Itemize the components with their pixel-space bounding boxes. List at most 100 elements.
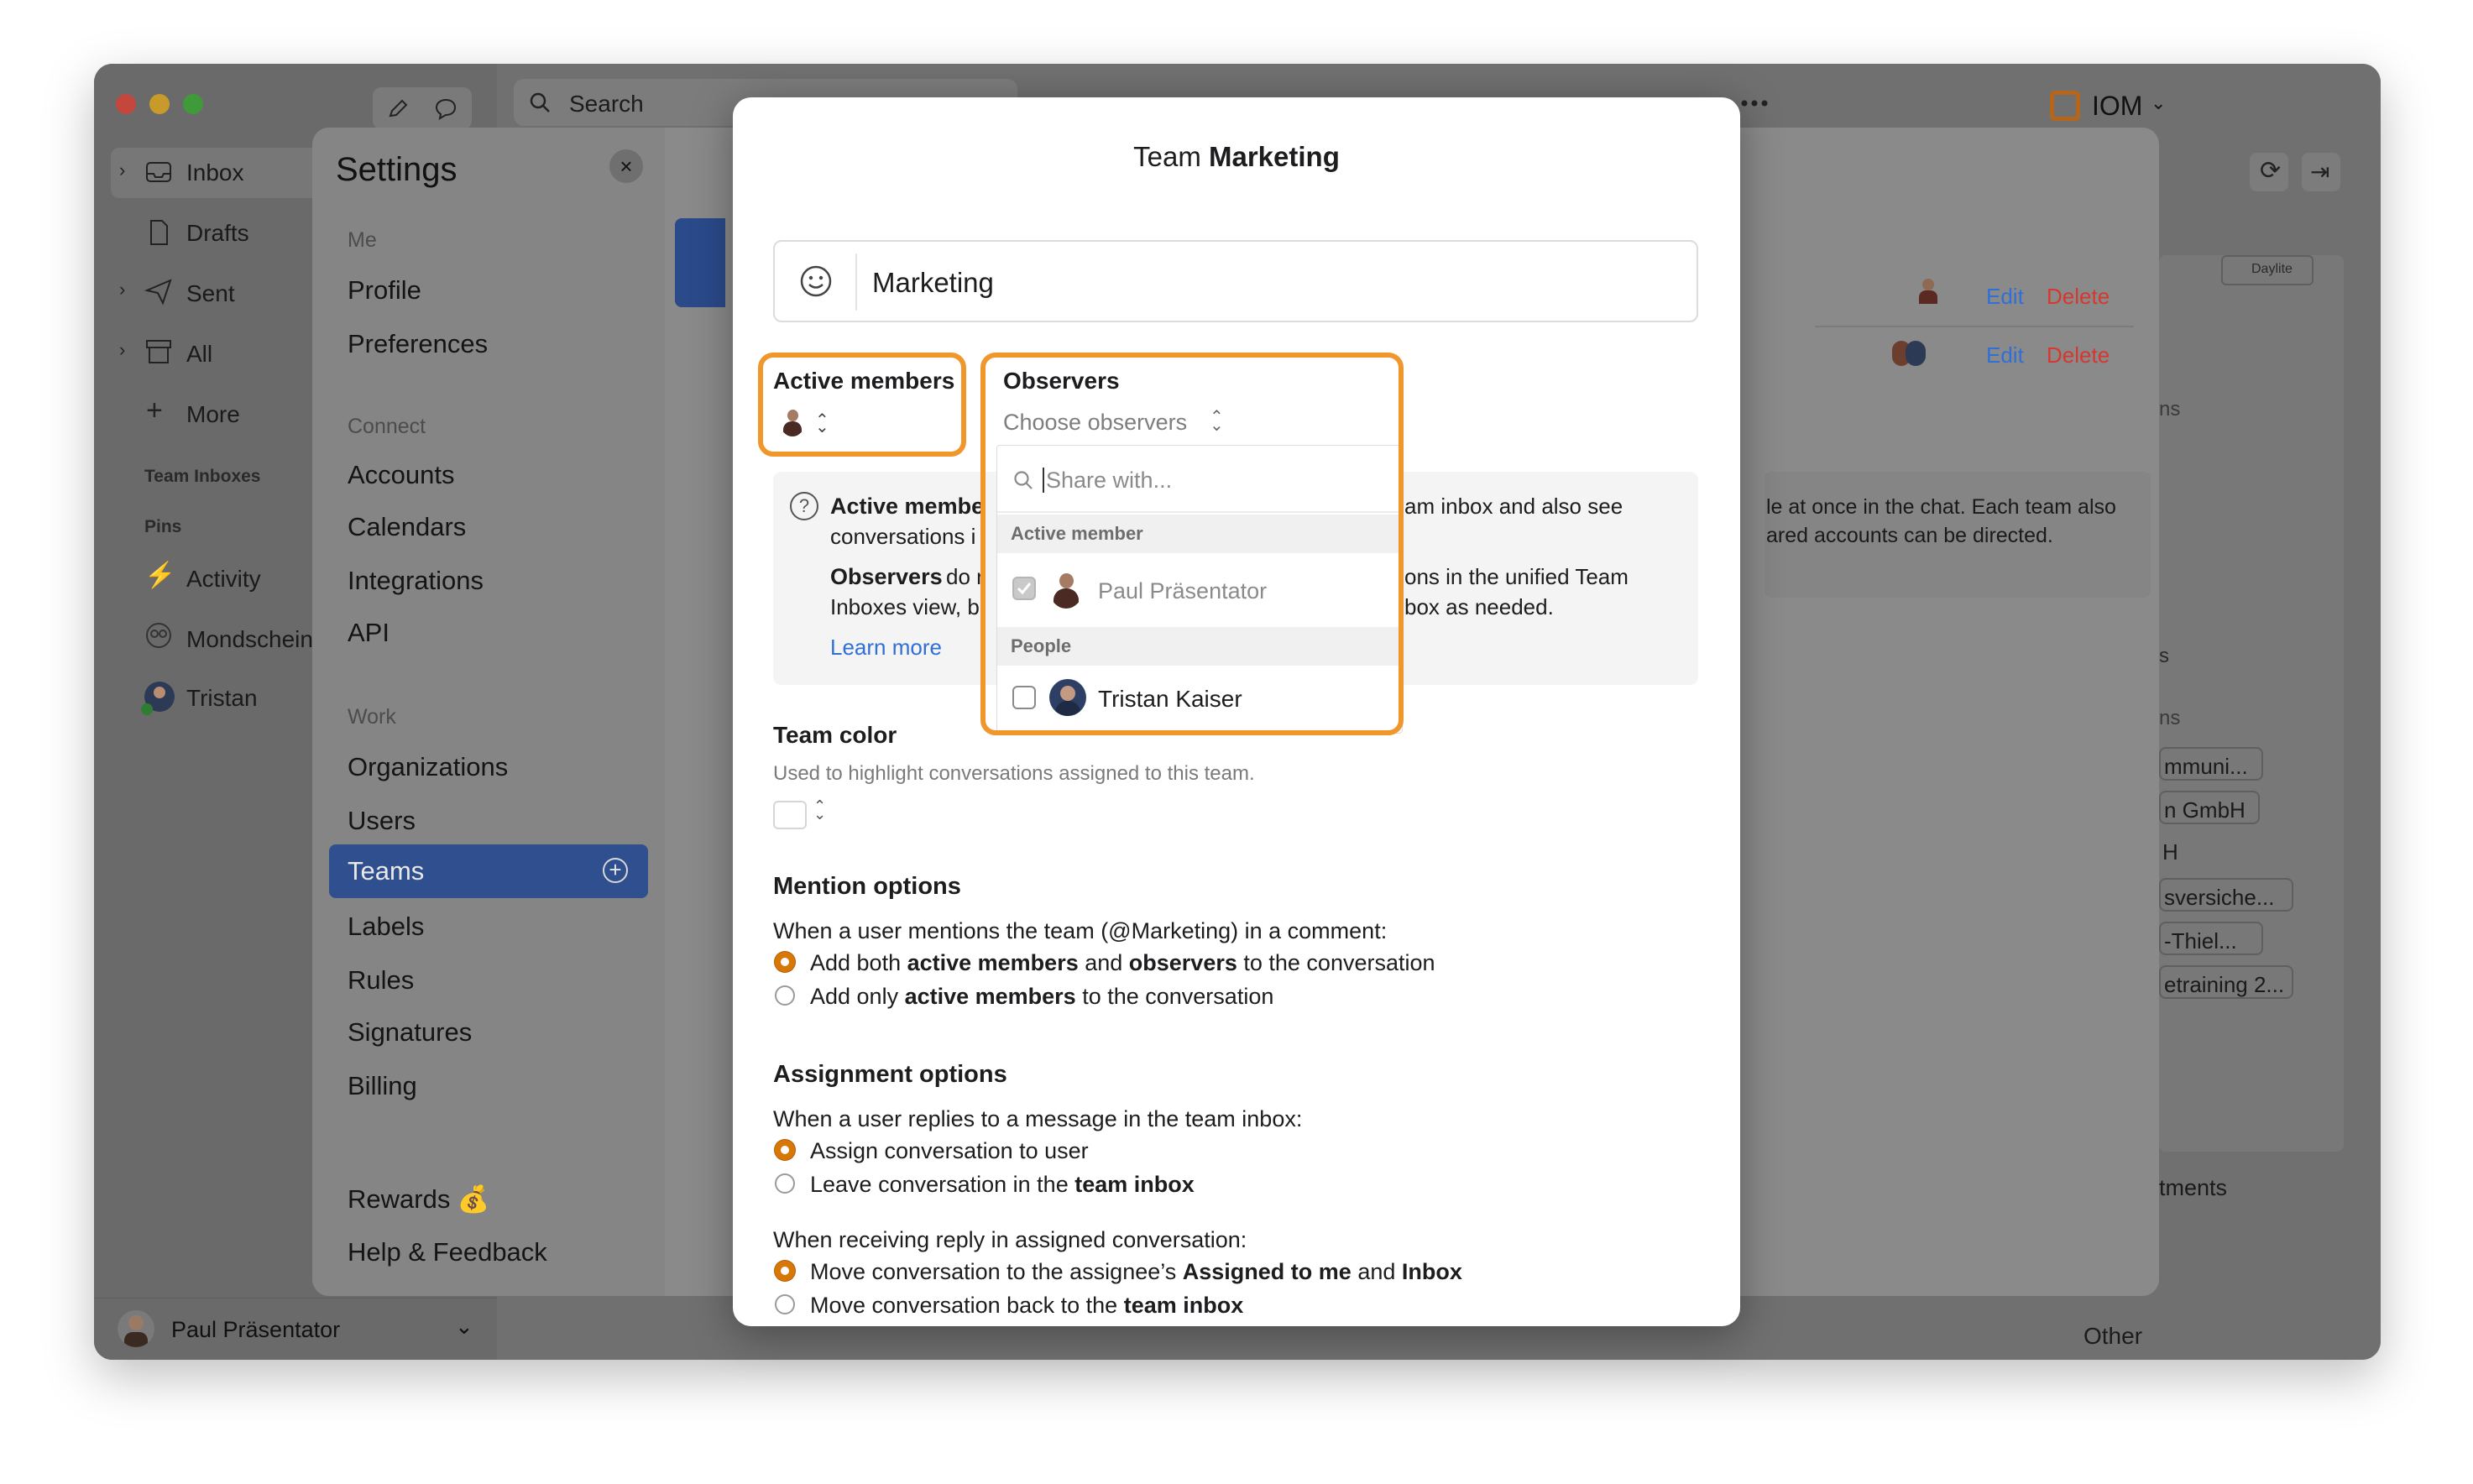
right-strip: ⟳ ⇥ Daylite ns s ns mmuni... n GmbH H sv… <box>2159 128 2381 1296</box>
more-icon[interactable] <box>1739 91 1770 116</box>
compose-toolbar <box>373 87 472 129</box>
mention-opt1-bold2: observers <box>1128 950 1237 975</box>
mention-opt1-post: to the conversation <box>1236 950 1435 975</box>
tag[interactable]: sversiche... <box>2159 878 2293 912</box>
move-to-assignee-radio[interactable] <box>775 1261 795 1281</box>
tag-label: n GmbH <box>2164 797 2246 823</box>
edit-link[interactable]: Edit <box>1986 342 2024 368</box>
close-icon[interactable]: × <box>609 149 643 183</box>
b2-bold: team inbox <box>1123 1293 1244 1318</box>
add-team-icon[interactable]: + <box>603 858 628 883</box>
nav-group-work: Work <box>348 705 396 729</box>
nav-item-teams-selected[interactable]: Teams + <box>329 844 648 898</box>
team-list-item-selected[interactable] <box>675 218 725 307</box>
sidebar-item-more[interactable]: More <box>186 401 240 428</box>
assign-to-user-radio[interactable] <box>775 1140 795 1160</box>
chevron-right-icon[interactable]: › <box>119 279 125 300</box>
settings-title: Settings <box>336 151 457 188</box>
partial-text: tments <box>2159 1175 2228 1200</box>
nav-item-api[interactable]: API <box>348 618 390 648</box>
chat-icon[interactable] <box>433 97 458 121</box>
zoom-window-button[interactable] <box>183 94 203 114</box>
leave-in-team-inbox-label: Leave conversation in the team inbox <box>810 1172 1195 1198</box>
info-active-bold: Active membe <box>830 494 985 519</box>
tag-label: etraining 2... <box>2164 972 2285 997</box>
chevron-right-icon[interactable]: › <box>119 339 125 361</box>
info-observers-rest: do r <box>946 564 984 589</box>
mention-options-title: Mention options <box>773 873 961 900</box>
nav-item-help-feedback[interactable]: Help & Feedback <box>348 1237 547 1267</box>
sidebar-item-inbox[interactable]: Inbox <box>186 159 244 186</box>
user-switcher[interactable]: Paul Präsentator ⌄ <box>94 1298 497 1360</box>
mention-option-active-radio[interactable] <box>775 985 795 1006</box>
close-window-button[interactable] <box>116 94 136 114</box>
tag-label: -Thiel... <box>2164 928 2237 954</box>
mention-option-active-label: Add only active members to the conversat… <box>810 984 1273 1010</box>
nav-item-billing[interactable]: Billing <box>348 1071 417 1101</box>
field-divider <box>855 253 857 311</box>
nav-item-rules[interactable]: Rules <box>348 965 414 995</box>
search-placeholder: Search <box>569 91 644 117</box>
team-icon <box>146 623 171 648</box>
dialog-title-name: Marketing <box>1209 141 1340 172</box>
nav-item-organizations[interactable]: Organizations <box>348 752 508 782</box>
daylite-tag[interactable]: Daylite <box>2221 255 2314 285</box>
tag[interactable]: H <box>2159 834 2193 868</box>
tag[interactable]: etraining 2... <box>2159 965 2293 999</box>
a2-text: Leave conversation in the <box>810 1172 1075 1197</box>
emoji-icon[interactable] <box>798 264 834 299</box>
nav-item-signatures[interactable]: Signatures <box>348 1017 472 1048</box>
mention-option-both-radio[interactable] <box>775 952 795 972</box>
chevron-right-icon[interactable]: › <box>119 159 125 181</box>
info-text-partial: le at once in the chat. Each team also <box>1766 495 2116 519</box>
org-switcher[interactable]: IOM ⌄ <box>2050 84 2218 126</box>
org-name: IOM <box>2092 91 2143 121</box>
minimize-window-button[interactable] <box>149 94 170 114</box>
leave-in-team-inbox-radio[interactable] <box>775 1173 795 1194</box>
compose-icon[interactable] <box>386 97 410 121</box>
delete-link[interactable]: Delete <box>2047 342 2110 368</box>
sidebar-item-sent[interactable]: Sent <box>186 280 235 307</box>
logout-icon[interactable]: ⇥ <box>2302 153 2340 191</box>
b1-bold2: Inbox <box>1401 1259 1462 1284</box>
nav-item-calendars[interactable]: Calendars <box>348 512 466 542</box>
info-active-rest: am inbox and also see <box>1404 494 1623 519</box>
sidebar-item-all[interactable]: All <box>186 341 212 368</box>
refresh-icon[interactable]: ⟳ <box>2250 153 2288 191</box>
pin-activity[interactable]: Activity <box>186 566 261 593</box>
edit-link[interactable]: Edit <box>1986 284 2024 310</box>
nav-item-rewards[interactable]: Rewards 💰 <box>348 1184 490 1215</box>
plus-icon: + <box>146 395 163 426</box>
mention-opt2-text: Add only <box>810 984 905 1009</box>
mention-prompt: When a user mentions the team (@Marketin… <box>773 918 1388 943</box>
delete-link[interactable]: Delete <box>2047 284 2110 310</box>
partial-text: ns <box>2159 707 2181 729</box>
move-back-to-team-inbox-radio[interactable] <box>775 1294 795 1314</box>
color-swatch <box>773 801 807 829</box>
member-avatar <box>1912 275 1944 307</box>
pin-tristan[interactable]: Tristan <box>186 685 258 712</box>
tag[interactable]: mmuni... <box>2159 747 2263 781</box>
tag[interactable]: n GmbH <box>2159 791 2260 824</box>
nav-item-users[interactable]: Users <box>348 806 416 836</box>
nav-item-accounts[interactable]: Accounts <box>348 460 455 490</box>
org-logo-icon <box>2050 91 2080 121</box>
info-observers-right: ons in the unified Team <box>1404 564 1629 589</box>
nav-item-labels[interactable]: Labels <box>348 912 424 942</box>
pin-mondschein[interactable]: Mondschein <box>186 626 313 653</box>
nav-item-preferences[interactable]: Preferences <box>348 329 488 359</box>
team-color-label: Team color <box>773 722 897 748</box>
member-avatars <box>1890 337 1927 369</box>
tag[interactable]: -Thiel... <box>2159 922 2263 955</box>
assignment-options-title: Assignment options <box>773 1061 1007 1088</box>
assignment-prompt1: When a user replies to a message in the … <box>773 1106 1303 1131</box>
nav-item-integrations[interactable]: Integrations <box>348 566 484 596</box>
team-color-picker[interactable]: ⌃ ⌄ <box>773 797 834 831</box>
nav-item-profile[interactable]: Profile <box>348 275 421 306</box>
learn-more-link[interactable]: Learn more <box>830 635 942 661</box>
sidebar-item-drafts[interactable]: Drafts <box>186 220 249 247</box>
team-name-field[interactable]: Marketing <box>773 240 1698 322</box>
user-name: Paul Präsentator <box>171 1317 341 1342</box>
other-tab[interactable]: Other <box>2083 1323 2142 1350</box>
b2-text: Move conversation back to the <box>810 1293 1124 1318</box>
